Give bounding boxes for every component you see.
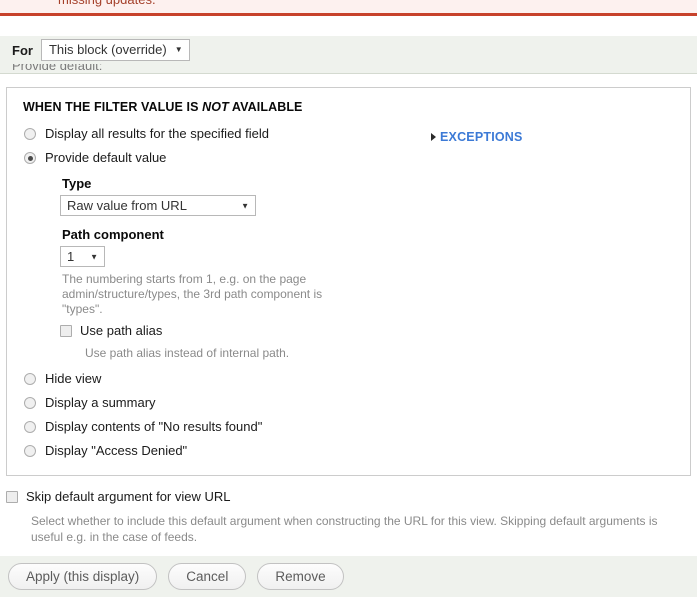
radio-label: Display "Access Denied" [45, 443, 188, 458]
radio-label: Display all results for the specified fi… [45, 126, 269, 141]
display-scope-bar: For This block (override) ▼ [0, 36, 697, 64]
use-path-alias-description: Use path alias instead of internal path. [85, 346, 290, 360]
dialog-body: WHEN THE FILTER VALUE IS NOT AVAILABLE E… [0, 75, 697, 556]
default-type-select[interactable]: Raw value from URL ▼ [60, 195, 256, 216]
triangle-right-icon [431, 133, 436, 141]
radio-icon-selected[interactable] [24, 152, 36, 164]
checkbox-icon[interactable] [60, 325, 72, 337]
radio-option-provide-default[interactable]: Provide default value [21, 150, 676, 168]
radio-icon[interactable] [24, 421, 36, 433]
radio-icon[interactable] [24, 397, 36, 409]
white-gap [0, 19, 697, 36]
default-type-value: Raw value from URL [67, 198, 187, 213]
radio-option-display-summary[interactable]: Display a summary [21, 395, 676, 413]
radio-option-no-results-found[interactable]: Display contents of "No results found" [21, 419, 676, 437]
status-message-banner: missing updates. [0, 0, 697, 16]
radio-option-hide-view[interactable]: Hide view [21, 371, 676, 389]
skip-default-argument-description: Select whether to include this default a… [31, 514, 658, 544]
path-component-select[interactable]: 1 ▼ [60, 246, 105, 267]
display-scope-value: This block (override) [48, 42, 167, 57]
skip-default-argument-block: Skip default argument for view URL Selec… [6, 489, 691, 545]
path-component-description: The numbering starts from 1, e.g. on the… [62, 272, 323, 316]
cancel-button[interactable]: Cancel [168, 563, 247, 590]
remove-button[interactable]: Remove [257, 563, 344, 590]
path-component-label: Path component [62, 227, 164, 242]
chevron-down-icon: ▼ [241, 201, 249, 210]
apply-button[interactable]: Apply (this display) [8, 563, 158, 590]
radio-label: Hide view [45, 371, 102, 386]
clipped-summary-text: Provide default: [12, 64, 103, 73]
legend-part-2: AVAILABLE [228, 100, 303, 114]
checkbox-icon[interactable] [6, 491, 18, 503]
views-contextual-filter-dialog: missing updates. For This block (overrid… [0, 0, 697, 597]
radio-icon[interactable] [24, 445, 36, 457]
radio-label: Display contents of "No results found" [45, 419, 263, 434]
path-component-value: 1 [67, 249, 75, 264]
display-scope-select[interactable]: This block (override) ▼ [40, 39, 190, 61]
exceptions-label: EXCEPTIONS [440, 130, 523, 144]
radio-icon[interactable] [24, 373, 36, 385]
radio-icon[interactable] [24, 128, 36, 140]
status-message-text: missing updates. [58, 0, 156, 7]
chevron-down-icon: ▼ [174, 45, 183, 54]
radio-option-display-all[interactable]: Display all results for the specified fi… [21, 126, 676, 144]
radio-option-access-denied[interactable]: Display "Access Denied" [21, 443, 676, 461]
radio-label: Display a summary [45, 395, 156, 410]
radio-label: Provide default value [45, 150, 167, 165]
not-available-fieldset: WHEN THE FILTER VALUE IS NOT AVAILABLE E… [6, 87, 691, 476]
for-label: For [12, 42, 33, 58]
dialog-action-bar: Apply (this display) Cancel Remove [0, 556, 697, 597]
clipped-summary-row: Provide default: [0, 64, 697, 74]
default-value-settings: Type Raw value from URL ▼ Path component… [60, 176, 676, 361]
use-path-alias-row[interactable]: Use path alias [60, 323, 676, 341]
skip-default-argument-row[interactable]: Skip default argument for view URL [6, 489, 691, 507]
not-available-legend: WHEN THE FILTER VALUE IS NOT AVAILABLE [23, 100, 676, 114]
type-label: Type [62, 176, 92, 191]
legend-emphasis: NOT [202, 100, 229, 114]
exceptions-toggle[interactable]: EXCEPTIONS [431, 130, 523, 144]
use-path-alias-label: Use path alias [80, 323, 163, 338]
chevron-down-icon: ▼ [90, 252, 98, 261]
skip-default-argument-label: Skip default argument for view URL [26, 489, 231, 504]
legend-part-1: WHEN THE FILTER VALUE IS [23, 100, 203, 114]
